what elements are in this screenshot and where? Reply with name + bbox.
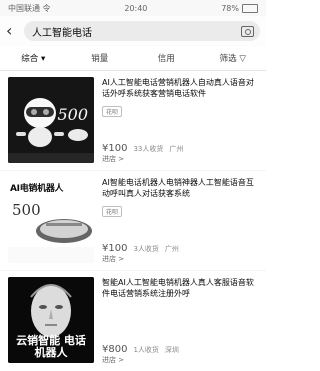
search-header: ‹ — [0, 16, 266, 46]
price-row: ¥100 33人收货 广州 — [102, 143, 258, 154]
search-box[interactable] — [24, 21, 260, 41]
thumb-number: 500 — [57, 105, 88, 124]
sales-count: 33人收货 — [133, 145, 164, 153]
product-title[interactable]: AI人工智能电话营销机器人自动真人语音对话外呼系统获客营销电话软件 — [102, 77, 258, 99]
battery-icon — [241, 3, 258, 13]
price-row: ¥800 1人收货 深圳 — [102, 344, 258, 355]
thumb-badge: AI电销机器人 — [10, 184, 64, 194]
product-title[interactable]: AI智能电话机器人电销神器人工智能语音互动呼叫真人对话获客系统 — [102, 177, 258, 199]
carrier-label: 中国联通 令 — [8, 3, 51, 13]
filter-comprehensive[interactable]: 综合 ▾ — [0, 52, 67, 64]
shop-link[interactable]: 进店 > — [102, 355, 258, 365]
product-item[interactable]: AI电销机器人 500 AI智能电话机器人电销神器人工智能语音互动呼叫真人对话获… — [0, 171, 266, 271]
product-list: 500 AI人工智能电话营销机器人自动真人语音对话外呼系统获客营销电话软件 花呗… — [0, 71, 266, 371]
product-title[interactable]: 智能AI人工智能电销机器人真人客服语音软件电话营销系统注册外呼 — [102, 277, 258, 299]
installment-tag: 花呗 — [102, 106, 123, 117]
product-price: ¥100 — [102, 143, 128, 154]
product-image[interactable]: 500 — [8, 77, 94, 163]
product-item[interactable]: 云销智能 电话机器人 智能AI人工智能电销机器人真人客服语音软件电话营销系统注册… — [0, 271, 266, 371]
sales-count: 1人收货 — [133, 346, 159, 354]
clock: 20:40 — [124, 3, 148, 13]
location: 深圳 — [164, 346, 179, 354]
status-bar: 中国联通 令 20:40 78% — [0, 0, 266, 16]
shop-link[interactable]: 进店 > — [102, 254, 258, 264]
back-icon[interactable]: ‹ — [6, 23, 24, 39]
thumb-number: 500 — [12, 201, 41, 219]
battery-indicator: 78% — [221, 3, 258, 13]
filter-credit[interactable]: 信用 — [133, 52, 200, 64]
product-info: AI智能电话机器人电销神器人工智能语音互动呼叫真人对话获客系统 花呗 ¥100 … — [94, 177, 258, 264]
shop-link[interactable]: 进店 > — [102, 154, 258, 164]
product-image[interactable]: 云销智能 电话机器人 — [8, 277, 94, 363]
product-price: ¥800 — [102, 344, 128, 355]
search-input[interactable] — [30, 24, 238, 38]
product-price: ¥100 — [102, 243, 128, 254]
product-image[interactable]: AI电销机器人 500 — [8, 177, 94, 263]
sales-count: 3人收货 — [133, 245, 159, 253]
filter-screen[interactable]: 筛选 ▽ — [200, 52, 267, 64]
product-info: 智能AI人工智能电销机器人真人客服语音软件电话营销系统注册外呼 ¥800 1人收… — [94, 277, 258, 365]
filter-bar: 综合 ▾ 销量 信用 筛选 ▽ — [0, 46, 266, 71]
camera-icon[interactable] — [241, 25, 254, 37]
thumb-title: 云销智能 电话机器人 — [16, 334, 86, 359]
product-info: AI人工智能电话营销机器人自动真人语音对话外呼系统获客营销电话软件 花呗 ¥10… — [94, 77, 258, 164]
location: 广州 — [164, 245, 179, 253]
product-item[interactable]: 500 AI人工智能电话营销机器人自动真人语音对话外呼系统获客营销电话软件 花呗… — [0, 71, 266, 171]
installment-tag: 花呗 — [102, 206, 123, 217]
location: 广州 — [169, 145, 184, 153]
filter-sales[interactable]: 销量 — [67, 52, 134, 64]
price-row: ¥100 3人收货 广州 — [102, 243, 258, 254]
